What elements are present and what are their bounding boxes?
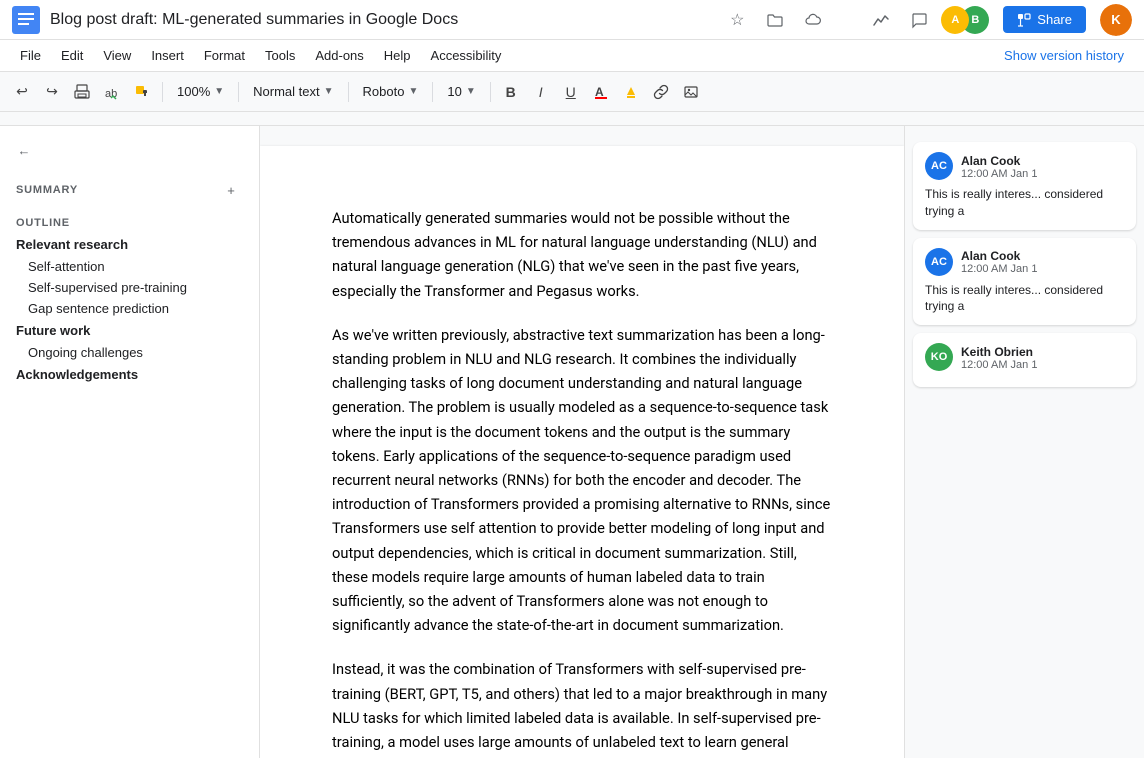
trending-icon[interactable] (865, 4, 897, 36)
comment-card-2[interactable]: AC Alan Cook 12:00 AM Jan 1 This is real… (913, 238, 1136, 326)
menu-tools[interactable]: Tools (257, 44, 303, 67)
document-page: Automatically generated summaries would … (260, 146, 904, 758)
spellcheck-button[interactable]: ab (98, 78, 126, 106)
comment-card-3[interactable]: KO Keith Obrien 12:00 AM Jan 1 (913, 333, 1136, 387)
show-version-history[interactable]: Show version history (996, 44, 1132, 67)
add-summary-button[interactable]: + (219, 178, 243, 202)
style-arrow-icon: ▼ (324, 86, 334, 97)
comment-header-1: AC Alan Cook 12:00 AM Jan 1 (925, 152, 1124, 180)
outline-item-future-work[interactable]: Future work (0, 319, 259, 342)
title-icons: ☆ A B Share K (721, 4, 1132, 36)
user-avatar[interactable]: K (1100, 4, 1132, 36)
outline-item-relevant-research[interactable]: Relevant research (0, 233, 259, 256)
sidebar: ← SUMMARY + OUTLINE Relevant research Se… (0, 126, 260, 758)
comment-time-1: 12:00 AM Jan 1 (961, 168, 1037, 180)
menu-help[interactable]: Help (376, 44, 419, 67)
comment-author-2: Alan Cook (961, 249, 1020, 263)
document-container[interactable]: Automatically generated summaries would … (260, 126, 904, 758)
content-area: Automatically generated summaries would … (260, 126, 1144, 758)
toolbar-separator-2 (238, 82, 239, 102)
text-style-dropdown[interactable]: Normal text ▼ (245, 78, 341, 106)
comment-author-1: Alan Cook (961, 154, 1020, 168)
sidebar-summary-header: SUMMARY + (0, 166, 259, 206)
comment-author-3: Keith Obrien (961, 345, 1033, 359)
outline-item-self-attention[interactable]: Self-attention (0, 256, 259, 277)
comment-icon[interactable] (903, 4, 935, 36)
ruler (0, 112, 1144, 126)
print-button[interactable] (68, 78, 96, 106)
comment-time-2: 12:00 AM Jan 1 (961, 263, 1037, 275)
cloud-icon[interactable] (797, 4, 829, 36)
share-label: Share (1037, 12, 1072, 27)
menu-accessibility[interactable]: Accessibility (423, 44, 510, 67)
italic-button[interactable]: I (527, 78, 555, 106)
doc-paragraph-1[interactable]: Automatically generated summaries would … (332, 206, 832, 303)
bold-button[interactable]: B (497, 78, 525, 106)
summary-label: SUMMARY (16, 184, 78, 196)
comment-avatar-2: AC (925, 248, 953, 276)
outline-item-acknowledgements[interactable]: Acknowledgements (0, 363, 259, 386)
redo-button[interactable]: ↪ (38, 78, 66, 106)
menu-insert[interactable]: Insert (143, 44, 192, 67)
insert-image-button[interactable] (677, 78, 705, 106)
menu-format[interactable]: Format (196, 44, 253, 67)
user-avatar-img: K (1100, 4, 1132, 36)
toolbar: ↩ ↪ ab 100% ▼ Normal text ▼ Roboto ▼ 10 … (0, 72, 1144, 112)
avatar-user1: A (941, 6, 969, 34)
font-arrow-icon: ▼ (408, 86, 418, 97)
toolbar-separator-4 (432, 82, 433, 102)
comment-author-info-2: Alan Cook 12:00 AM Jan 1 (961, 248, 1037, 275)
comment-text-1: This is really interes... considered try… (925, 186, 1124, 220)
zoom-arrow-icon: ▼ (214, 86, 224, 97)
zoom-dropdown[interactable]: 100% ▼ (169, 78, 232, 106)
comment-text-2: This is really interes... considered try… (925, 282, 1124, 316)
main-layout: ← SUMMARY + OUTLINE Relevant research Se… (0, 126, 1144, 758)
link-button[interactable] (647, 78, 675, 106)
comments-panel: AC Alan Cook 12:00 AM Jan 1 This is real… (904, 126, 1144, 758)
toolbar-separator-1 (162, 82, 163, 102)
doc-paragraph-3[interactable]: Instead, it was the combination of Trans… (332, 657, 832, 758)
outline-label: OUTLINE (16, 217, 70, 229)
undo-button[interactable]: ↩ (8, 78, 36, 106)
underline-button[interactable]: U (557, 78, 585, 106)
comment-header-2: AC Alan Cook 12:00 AM Jan 1 (925, 248, 1124, 276)
share-button[interactable]: Share (1003, 6, 1086, 33)
text-color-button[interactable]: A (587, 78, 615, 106)
comment-author-info-3: Keith Obrien 12:00 AM Jan 1 (961, 344, 1037, 371)
back-button[interactable]: ← (8, 134, 40, 166)
highlight-button[interactable] (617, 78, 645, 106)
app-icon[interactable] (12, 6, 40, 34)
outline-item-self-supervised[interactable]: Self-supervised pre-training (0, 277, 259, 298)
sidebar-outline-header: OUTLINE (0, 206, 259, 233)
doc-paragraph-2[interactable]: As we've written previously, abstractive… (332, 323, 832, 638)
comment-header-3: KO Keith Obrien 12:00 AM Jan 1 (925, 343, 1124, 371)
menu-bar: File Edit View Insert Format Tools Add-o… (0, 40, 1144, 72)
title-bar: Blog post draft: ML-generated summaries … (0, 0, 1144, 40)
comment-author-info-1: Alan Cook 12:00 AM Jan 1 (961, 153, 1037, 180)
font-family-dropdown[interactable]: Roboto ▼ (355, 78, 427, 106)
outline-item-gap-sentence[interactable]: Gap sentence prediction (0, 298, 259, 319)
comment-avatar-3: KO (925, 343, 953, 371)
outline-item-ongoing-challenges[interactable]: Ongoing challenges (0, 342, 259, 363)
menu-addons[interactable]: Add-ons (307, 44, 371, 67)
svg-text:A: A (595, 85, 604, 99)
font-size-dropdown[interactable]: 10 ▼ (439, 78, 483, 106)
toolbar-separator-3 (348, 82, 349, 102)
comment-avatar-1: AC (925, 152, 953, 180)
toolbar-separator-5 (490, 82, 491, 102)
folder-icon[interactable] (759, 4, 791, 36)
menu-edit[interactable]: Edit (53, 44, 91, 67)
comment-card-1[interactable]: AC Alan Cook 12:00 AM Jan 1 This is real… (913, 142, 1136, 230)
star-icon[interactable]: ☆ (721, 4, 753, 36)
comment-time-3: 12:00 AM Jan 1 (961, 359, 1037, 371)
doc-title: Blog post draft: ML-generated summaries … (50, 11, 721, 29)
size-arrow-icon: ▼ (466, 86, 476, 97)
paint-format-button[interactable] (128, 78, 156, 106)
menu-view[interactable]: View (95, 44, 139, 67)
menu-file[interactable]: File (12, 44, 49, 67)
